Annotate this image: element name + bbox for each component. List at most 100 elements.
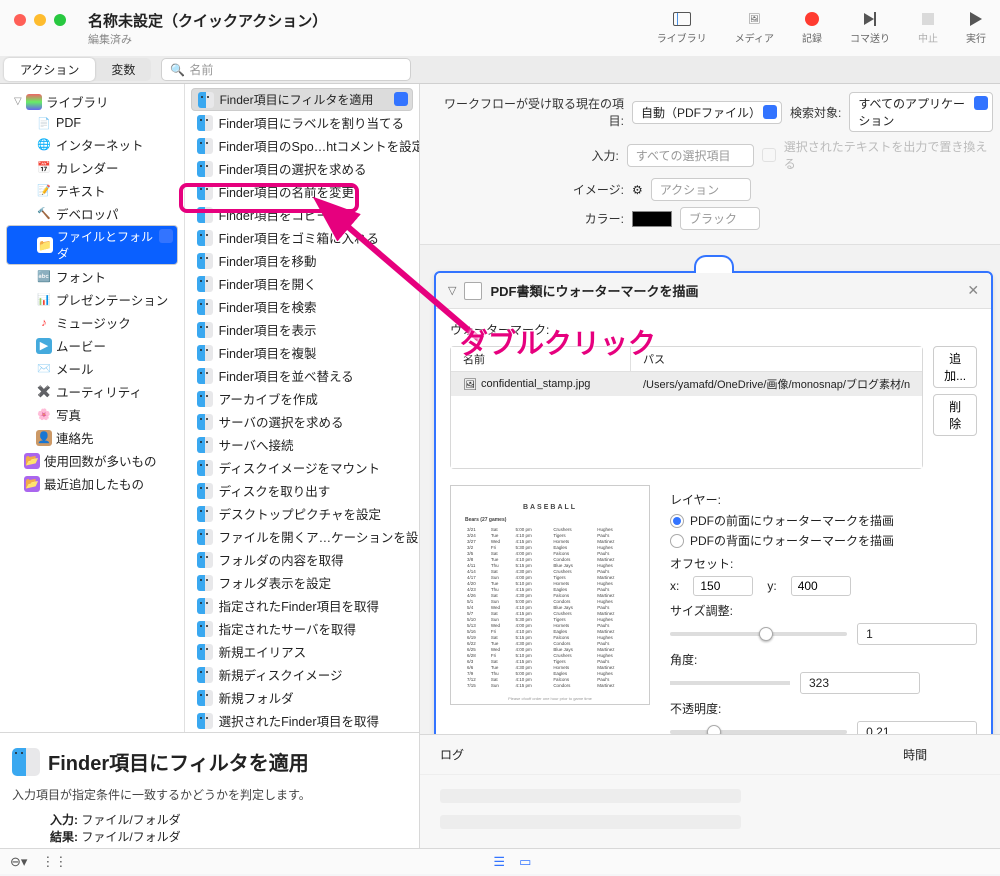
library-sidebar: ▽ライブラリ 📄PDF 🌐インターネット 📅カレンダー 📝テキスト 🔨デベロッパ… [0, 84, 185, 732]
input-select[interactable]: すべての選択項目 [627, 144, 754, 167]
action-list-item[interactable]: Finder項目を移動 [185, 249, 419, 272]
sidebar-item-photos[interactable]: 🌸写真 [0, 403, 184, 426]
close-window[interactable] [14, 14, 26, 26]
workflow-canvas[interactable]: ▽ PDF書類にウォーターマークを描画 ✕ ウォーターマーク: 名前パス 🖼co… [420, 245, 1000, 734]
action-list-item[interactable]: サーバへ接続 [185, 433, 419, 456]
size-slider[interactable] [670, 632, 847, 636]
finder-icon [197, 460, 213, 476]
action-list-item[interactable]: Finder項目をゴミ箱に入れる [185, 226, 419, 249]
watermark-table: 名前パス 🖼confidential_stamp.jpg/Users/yamaf… [450, 346, 923, 469]
card-close-icon[interactable]: ✕ [967, 282, 979, 299]
tab-actions[interactable]: アクション [4, 58, 95, 81]
action-list-item[interactable]: ファイルを開くア…ケーションを設定 [185, 525, 419, 548]
action-list-item[interactable]: 新規フォルダ [185, 686, 419, 709]
record-button[interactable]: 記録 [802, 10, 822, 45]
layer-front-radio[interactable]: PDFの前面にウォーターマークを描画 [670, 512, 977, 529]
action-list-item[interactable]: 指定されたサーバを取得 [185, 617, 419, 640]
action-list-item[interactable]: Finder項目のSpo…htコメントを設定 [185, 134, 419, 157]
receives-select[interactable]: 自動（PDFファイル） [632, 101, 782, 124]
action-list-item[interactable]: ディスクイメージをマウント [185, 456, 419, 479]
action-list-item[interactable]: 新規エイリアス [185, 640, 419, 663]
media-button[interactable]: 🖼メディア [735, 10, 774, 45]
action-list-item[interactable]: 選択されたFinder項目を取得 [185, 709, 419, 732]
action-list-item[interactable]: フォルダの内容を取得 [185, 548, 419, 571]
sidebar-item-mail[interactable]: ✉️メール [0, 357, 184, 380]
layer-back-radio[interactable]: PDFの背面にウォーターマークを描画 [670, 532, 977, 549]
minimize-window[interactable] [34, 14, 46, 26]
finder-icon [197, 598, 213, 614]
add-button[interactable]: 追加... [933, 346, 977, 388]
action-list-item[interactable]: Finder項目を複製 [185, 341, 419, 364]
offset-x-input[interactable] [693, 576, 753, 596]
finder-icon [197, 253, 213, 269]
action-list-item[interactable]: Finder項目を表示 [185, 318, 419, 341]
image-select[interactable]: アクション [651, 178, 751, 201]
sidebar-item-contacts[interactable]: 👤連絡先 [0, 426, 184, 449]
opacity-slider[interactable] [670, 730, 847, 734]
settings-icon[interactable]: ⊖▾ [10, 854, 27, 870]
card-title: PDF書類にウォーターマークを描画 [490, 281, 698, 300]
action-list-item[interactable]: デスクトップピクチャを設定 [185, 502, 419, 525]
action-list-item[interactable]: Finder項目の選択を求める [185, 157, 419, 180]
sidebar-item-developer[interactable]: 🔨デベロッパ [0, 202, 184, 225]
list-view-icon[interactable]: ☰ [493, 854, 505, 870]
action-list-item[interactable]: サーバの選択を求める [185, 410, 419, 433]
finder-icon [197, 690, 213, 706]
action-list-item[interactable]: アーカイブを作成 [185, 387, 419, 410]
action-list-item[interactable]: 指定されたFinder項目を取得 [185, 594, 419, 617]
pdf-preview: BASEBALL Bears (27 games) 3/21Sat5:00 pm… [450, 485, 650, 705]
opacity-value[interactable]: 0.21 [857, 721, 977, 734]
sidebar-recently-added[interactable]: 📂最近追加したもの [0, 472, 184, 495]
pdf-icon [464, 282, 482, 300]
action-list-item[interactable]: Finder項目にフィルタを適用 [191, 88, 413, 111]
sidebar-library[interactable]: ▽ライブラリ [0, 90, 184, 113]
sidebar-item-text[interactable]: 📝テキスト [0, 179, 184, 202]
angle-dial[interactable] [670, 681, 790, 685]
sidebar-item-presentation[interactable]: 📊プレゼンテーション [0, 288, 184, 311]
sidebar-item-fonts[interactable]: 🔤フォント [0, 265, 184, 288]
flow-view-icon[interactable]: ▭ [519, 854, 531, 870]
replace-checkbox[interactable] [762, 148, 776, 162]
finder-icon [197, 368, 213, 384]
sidebar-most-used[interactable]: 📂使用回数が多いもの [0, 449, 184, 472]
action-list-item[interactable]: Finder項目にラベルを割り当てる [185, 111, 419, 134]
run-button[interactable]: 実行 [966, 10, 986, 45]
action-list-item[interactable]: ディスクを取り出す [185, 479, 419, 502]
action-list-item[interactable]: Finder項目を検索 [185, 295, 419, 318]
input-connector [694, 255, 734, 273]
action-list-item[interactable]: Finder項目の名前を変更 [185, 180, 419, 203]
finder-icon [12, 748, 40, 776]
disclosure-icon[interactable]: ▽ [448, 284, 456, 297]
finder-icon [197, 506, 213, 522]
finder-icon [197, 299, 213, 315]
offset-y-input[interactable] [791, 576, 851, 596]
zoom-window[interactable] [54, 14, 66, 26]
sidebar-item-internet[interactable]: 🌐インターネット [0, 133, 184, 156]
searchin-select[interactable]: すべてのアプリケーション [849, 92, 993, 132]
table-row[interactable]: 🖼confidential_stamp.jpg/Users/yamafd/One… [451, 372, 922, 396]
library-button[interactable]: ライブラリ [657, 10, 707, 45]
sidebar-item-pdf[interactable]: 📄PDF [0, 113, 184, 133]
angle-value[interactable]: 323 [800, 672, 920, 694]
size-value[interactable]: 1 [857, 623, 977, 645]
delete-button[interactable]: 削除 [933, 394, 977, 436]
action-list-item[interactable]: フォルダ表示を設定 [185, 571, 419, 594]
finder-icon [197, 483, 213, 499]
action-list-item[interactable]: Finder項目をコピー [185, 203, 419, 226]
sidebar-item-utilities[interactable]: ✖️ユーティリティ [0, 380, 184, 403]
sidebar-item-calendar[interactable]: 📅カレンダー [0, 156, 184, 179]
search-input[interactable]: 🔍名前 [161, 58, 411, 81]
tab-variables[interactable]: 変数 [95, 58, 151, 81]
sidebar-item-movies[interactable]: ▶ムービー [0, 334, 184, 357]
sidebar-item-music[interactable]: ♪ミュージック [0, 311, 184, 334]
step-button[interactable]: コマ送り [850, 10, 890, 45]
action-list-item[interactable]: Finder項目を並べ替える [185, 364, 419, 387]
action-list-item[interactable]: Finder項目を開く [185, 272, 419, 295]
finder-icon [197, 529, 213, 545]
action-list-item[interactable]: 新規ディスクイメージ [185, 663, 419, 686]
sidebar-item-files-folders[interactable]: 📁ファイルとフォルダ [6, 225, 178, 265]
left-tabbar: アクション 変数 🔍名前 [0, 56, 1000, 84]
finder-icon [197, 667, 213, 683]
color-select[interactable]: ブラック [680, 207, 760, 230]
stop-button[interactable]: 中止 [918, 10, 938, 45]
